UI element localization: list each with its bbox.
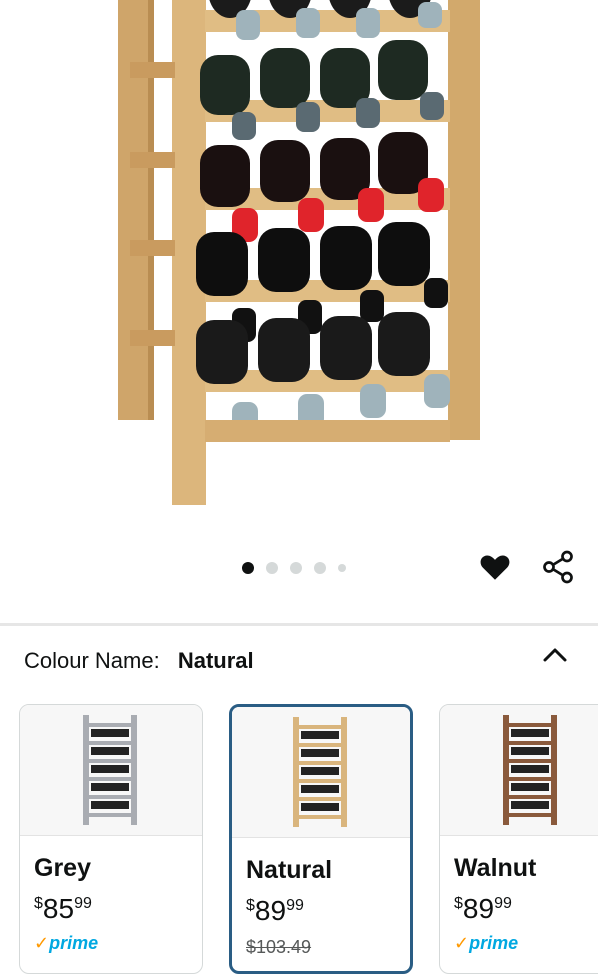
colour-name-row: Colour Name: Natural — [24, 648, 254, 674]
page-dot-4[interactable] — [314, 562, 326, 574]
page-dot-5[interactable] — [338, 564, 346, 572]
colour-option-name: Grey — [34, 854, 91, 882]
selected-colour: Natural — [177, 648, 254, 673]
heart-icon[interactable] — [478, 550, 512, 584]
swatch-thumbnail — [440, 705, 598, 836]
list-price: $103.49 — [246, 937, 312, 957]
colour-option-natural[interactable]: Natural $8999 $103.49 — [229, 704, 413, 974]
colour-option-price: $8999 — [454, 893, 512, 924]
colour-option-name: Natural — [246, 856, 333, 884]
colour-option-price: $8999 — [246, 895, 304, 926]
page-dot-1[interactable] — [242, 562, 254, 574]
swatch-thumbnail — [20, 705, 202, 836]
prime-badge: ✓prime — [454, 933, 519, 953]
prime-badge: ✓prime — [34, 933, 99, 953]
colour-option-grey[interactable]: Grey $8599 ✓prime — [19, 704, 203, 974]
image-pagination[interactable] — [242, 562, 346, 574]
page-dot-2[interactable] — [266, 562, 278, 574]
colour-name-label: Colour Name: — [24, 648, 160, 673]
page-dot-3[interactable] — [290, 562, 302, 574]
product-image[interactable] — [0, 0, 598, 520]
chevron-up-icon[interactable] — [540, 642, 570, 668]
colour-option-name: Walnut — [454, 854, 537, 882]
wine-rack-illustration — [0, 0, 598, 520]
colour-option-price: $8599 — [34, 893, 92, 924]
swatch-thumbnail — [232, 707, 410, 838]
colour-option-walnut[interactable]: Walnut $8999 ✓prime — [439, 704, 598, 974]
section-divider — [0, 623, 598, 626]
share-icon[interactable] — [540, 549, 576, 585]
